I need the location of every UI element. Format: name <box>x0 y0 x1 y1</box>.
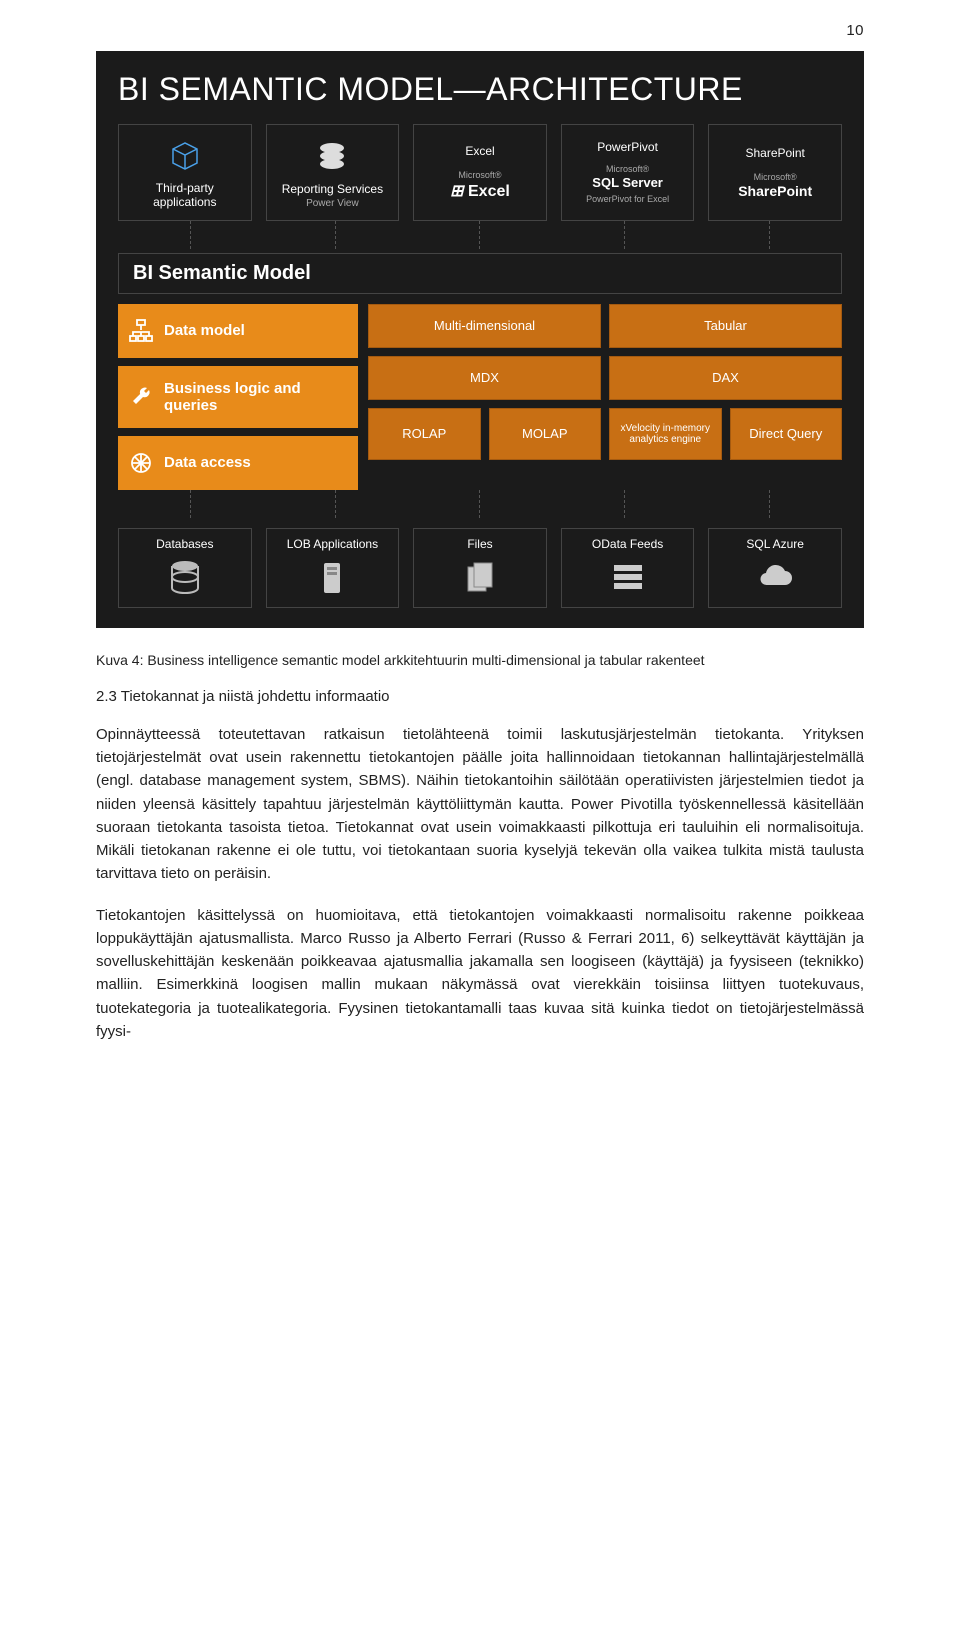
client-box-excel: Excel Microsoft® ⊞ Excel <box>413 124 547 221</box>
cell-dax: DAX <box>609 356 842 400</box>
cell-mdx: MDX <box>368 356 601 400</box>
src-odata: OData Feeds <box>561 528 695 608</box>
page-number: 10 <box>96 0 864 51</box>
cell-xvelocity: xVelocity in-memory analytics engine <box>609 408 722 460</box>
client-label: Excel <box>465 144 494 158</box>
client-label: SharePoint <box>745 146 804 160</box>
paragraph: Opinnäytteessä toteutettavan ratkaisun t… <box>96 723 864 886</box>
client-box-sharepoint: SharePoint Microsoft®SharePoint <box>708 124 842 221</box>
src-files: Files <box>413 528 547 608</box>
section-heading: 2.3 Tietokannat ja niistä johdettu infor… <box>96 688 864 705</box>
row-label: Data access <box>164 454 251 471</box>
cube-icon <box>165 135 205 175</box>
feed-icon <box>608 557 648 597</box>
diagram-title-pre: BI SEMANTIC MODEL <box>118 71 454 107</box>
row-datamodel: Data model <box>118 304 358 358</box>
files-icon <box>460 557 500 597</box>
connector-top <box>118 221 842 249</box>
wrench-icon <box>128 384 154 410</box>
wheel-icon <box>128 450 154 476</box>
cell-rolap: ROLAP <box>368 408 481 460</box>
brand-small: Microsoft® <box>606 164 649 174</box>
cell-directquery: Direct Query <box>730 408 843 460</box>
connector-bottom <box>118 490 842 518</box>
cell-molap: MOLAP <box>489 408 602 460</box>
diagram-title-dash: — <box>454 71 487 107</box>
row-label: Business logic and queries <box>164 380 348 414</box>
cell-multidim: Multi-dimensional <box>368 304 601 348</box>
bism-header: BI Semantic Model <box>118 253 842 294</box>
database-icon <box>165 557 205 597</box>
brand-small: Microsoft® <box>754 172 797 182</box>
src-label: Databases <box>156 537 213 551</box>
src-azure: SQL Azure <box>708 528 842 608</box>
cloud-icon <box>755 557 795 597</box>
body-text: Opinnäytteessä toteutettavan ratkaisun t… <box>96 723 864 1043</box>
brand-sqlserver: SQL Server <box>592 175 663 190</box>
row-label: Data model <box>164 322 245 339</box>
src-label: Files <box>467 537 492 551</box>
hierarchy-icon <box>128 318 154 344</box>
bism-architecture-diagram: BI SEMANTIC MODEL—ARCHITECTURE Third-par… <box>96 51 864 628</box>
server-icon <box>312 557 352 597</box>
cell-tabular: Tabular <box>609 304 842 348</box>
client-sub: Power View <box>306 198 359 209</box>
disc-stack-icon <box>312 136 352 176</box>
src-label: SQL Azure <box>746 537 804 551</box>
client-box-reporting: Reporting Services Power View <box>266 124 400 221</box>
client-box-thirdparty: Third-party applications <box>118 124 252 221</box>
brand-sharepoint: SharePoint <box>738 183 812 199</box>
paragraph: Tietokantojen käsittelyssä on huomioitav… <box>96 904 864 1044</box>
src-label: LOB Applications <box>287 537 378 551</box>
client-label: PowerPivot <box>597 140 658 154</box>
diagram-title: BI SEMANTIC MODEL—ARCHITECTURE <box>118 71 842 108</box>
brand-small: Microsoft® <box>458 170 501 180</box>
client-label: Reporting Services <box>282 182 383 196</box>
row-logic: Business logic and queries <box>118 366 358 428</box>
brand-sub: PowerPivot for Excel <box>586 194 669 204</box>
src-lob: LOB Applications <box>266 528 400 608</box>
client-box-powerpivot: PowerPivot Microsoft®SQL Server PowerPivo… <box>561 124 695 221</box>
src-databases: Databases <box>118 528 252 608</box>
orange-matrix: Data model Business logic and queries Da… <box>118 304 842 490</box>
figure-caption: Kuva 4: Business intelligence semantic m… <box>96 652 864 668</box>
row-access: Data access <box>118 436 358 490</box>
client-label: Third-party applications <box>125 181 245 210</box>
src-label: OData Feeds <box>592 537 663 551</box>
diagram-title-post: ARCHITECTURE <box>486 71 743 107</box>
brand-excel: ⊞ Excel <box>450 183 510 200</box>
